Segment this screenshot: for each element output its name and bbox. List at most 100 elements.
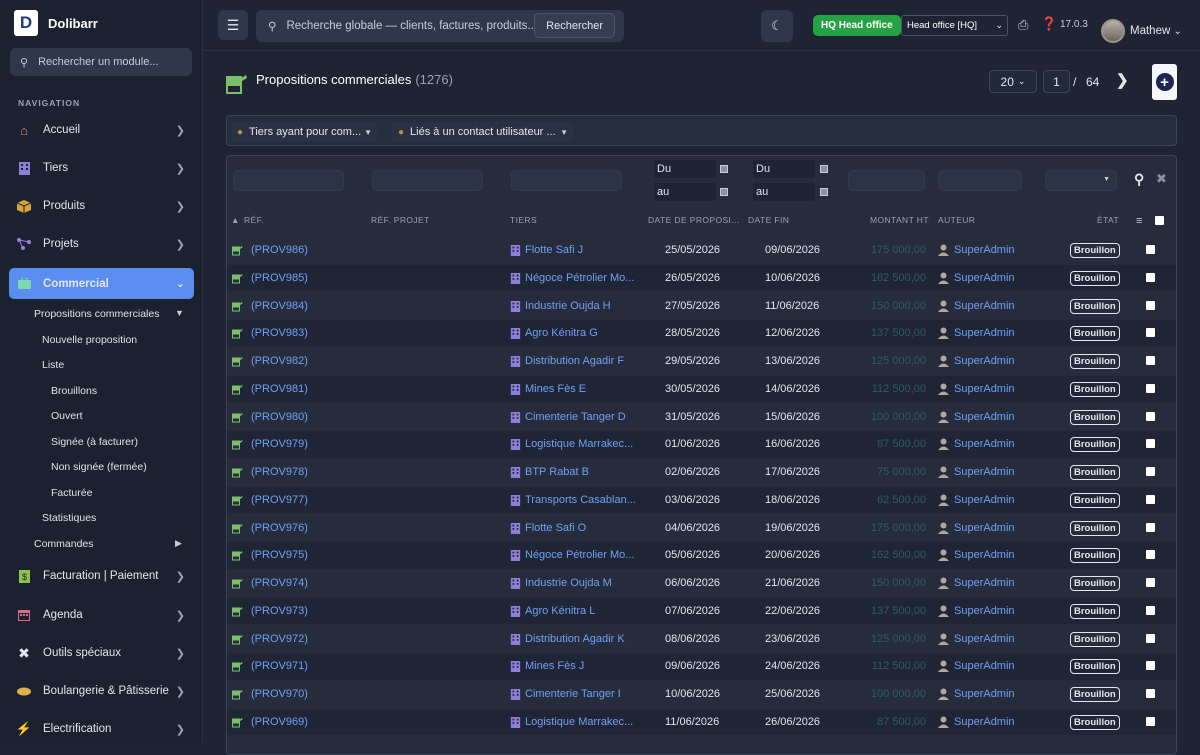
column-selector-icon[interactable]: ≡ bbox=[1136, 215, 1143, 227]
table-row[interactable]: (PROV980) Cimenterie Tanger D 31/05/2026 15… bbox=[227, 402, 1176, 431]
proposal-ref-link[interactable]: (PROV986) bbox=[251, 244, 308, 256]
proposal-ref-link[interactable]: (PROV984) bbox=[251, 300, 308, 312]
author-link[interactable]: SuperAdmin bbox=[954, 327, 1015, 339]
calendar-icon[interactable] bbox=[820, 188, 828, 196]
date-prop-from-input[interactable]: Du bbox=[654, 160, 716, 178]
third-party-link[interactable]: Logistique Marrakec... bbox=[525, 716, 637, 728]
third-party-link[interactable]: Distribution Agadir K bbox=[525, 633, 637, 645]
third-party-link[interactable]: Industrie Oujda M bbox=[525, 577, 637, 589]
menu-toggle-button[interactable]: ☰ bbox=[218, 10, 248, 40]
table-row[interactable]: (PROV977) Transports Casablan... 03/06/202… bbox=[227, 485, 1176, 514]
proposal-ref-link[interactable]: (PROV980) bbox=[251, 411, 308, 423]
author-link[interactable]: SuperAdmin bbox=[954, 577, 1015, 589]
filter-etat-select[interactable]: ▼ bbox=[1045, 170, 1117, 191]
table-row[interactable]: (PROV973) Agro Kénitra L 07/06/2026 22/06/2… bbox=[227, 596, 1176, 625]
table-row[interactable]: (PROV976) Flotte Safi O 04/06/2026 19/06/20… bbox=[227, 513, 1176, 542]
search-button[interactable]: Rechercher bbox=[534, 13, 615, 38]
table-row[interactable]: (PROV985) Négoce Pétrolier Mo... 26/05/202… bbox=[227, 263, 1176, 292]
row-checkbox[interactable] bbox=[1146, 328, 1155, 338]
third-party-link[interactable]: Distribution Agadir F bbox=[525, 355, 637, 367]
author-link[interactable]: SuperAdmin bbox=[954, 300, 1015, 312]
total-pages[interactable]: 64 bbox=[1086, 75, 1099, 89]
row-checkbox[interactable] bbox=[1146, 494, 1155, 504]
author-link[interactable]: SuperAdmin bbox=[954, 605, 1015, 617]
row-checkbox[interactable] bbox=[1146, 605, 1155, 615]
sidebar-sub-nonsignee[interactable]: Non signée (fermée) bbox=[51, 461, 147, 473]
third-party-link[interactable]: Cimenterie Tanger I bbox=[525, 688, 637, 700]
contact-filter-select[interactable]: ● Liés à un contact utilisateur ... ▼ bbox=[392, 122, 573, 142]
next-page-icon[interactable]: ❯ bbox=[1116, 71, 1129, 89]
clear-filter-icon[interactable]: ✖ bbox=[1156, 171, 1167, 187]
third-party-link[interactable]: Mines Fès J bbox=[525, 660, 637, 672]
row-checkbox[interactable] bbox=[1146, 411, 1155, 421]
author-link[interactable]: SuperAdmin bbox=[954, 522, 1015, 534]
date-fin-to-input[interactable]: au bbox=[753, 183, 815, 201]
calendar-icon[interactable] bbox=[720, 165, 728, 173]
date-prop-to-input[interactable]: au bbox=[654, 183, 716, 201]
third-party-link[interactable]: BTP Rabat B bbox=[525, 466, 637, 478]
table-row[interactable]: (PROV971) Mines Fès J 09/06/2026 24/06/2026… bbox=[227, 652, 1176, 680]
user-menu[interactable]: Mathew ⌄ bbox=[1130, 25, 1182, 37]
table-row[interactable]: (PROV983) Agro Kénitra G 28/05/2026 12/06/2… bbox=[227, 319, 1176, 347]
sidebar-item-boulangerie[interactable]: Boulangerie & Pâtisserie ❯ bbox=[0, 676, 203, 706]
add-proposal-button[interactable]: + bbox=[1152, 64, 1177, 100]
author-link[interactable]: SuperAdmin bbox=[954, 633, 1015, 645]
row-checkbox[interactable] bbox=[1146, 245, 1155, 254]
third-party-link[interactable]: Flotte Safi O bbox=[525, 522, 637, 534]
proposal-ref-link[interactable]: (PROV969) bbox=[251, 716, 308, 728]
sidebar-item-produits[interactable]: Produits ❯ bbox=[0, 191, 203, 221]
sidebar-item-projets[interactable]: Projets ❯ bbox=[0, 229, 203, 259]
proposal-ref-link[interactable]: (PROV985) bbox=[251, 272, 308, 284]
proposal-ref-link[interactable]: (PROV974) bbox=[251, 577, 308, 589]
third-party-link[interactable]: Mines Fès E bbox=[525, 383, 637, 395]
filter-ref-input[interactable] bbox=[233, 170, 344, 191]
filter-montant-input[interactable] bbox=[848, 170, 925, 191]
sidebar-sub-nouvelle[interactable]: Nouvelle proposition bbox=[42, 334, 137, 346]
column-tiers-header[interactable]: TIERS bbox=[510, 215, 537, 225]
proposal-ref-link[interactable]: (PROV977) bbox=[251, 494, 308, 506]
author-link[interactable]: SuperAdmin bbox=[954, 383, 1015, 395]
sidebar-sub-facturee[interactable]: Facturée bbox=[51, 487, 92, 499]
row-checkbox[interactable] bbox=[1146, 439, 1155, 449]
author-link[interactable]: SuperAdmin bbox=[954, 688, 1015, 700]
sidebar-item-agenda[interactable]: Agenda ❯ bbox=[0, 600, 203, 630]
author-link[interactable]: SuperAdmin bbox=[954, 494, 1015, 506]
column-date-fin-header[interactable]: DATE FIN bbox=[748, 215, 789, 225]
column-date-prop-header[interactable]: DATE DE PROPOSI... bbox=[648, 215, 740, 225]
row-checkbox[interactable] bbox=[1146, 356, 1155, 365]
author-link[interactable]: SuperAdmin bbox=[954, 716, 1015, 728]
avatar[interactable] bbox=[1101, 19, 1125, 43]
proposal-ref-link[interactable]: (PROV975) bbox=[251, 549, 308, 561]
proposal-ref-link[interactable]: (PROV983) bbox=[251, 327, 308, 339]
sidebar-sub-brouillons[interactable]: Brouillons bbox=[51, 385, 97, 397]
row-checkbox[interactable] bbox=[1146, 689, 1155, 698]
third-party-link[interactable]: Agro Kénitra L bbox=[525, 605, 637, 617]
proposal-ref-link[interactable]: (PROV979) bbox=[251, 438, 308, 450]
sidebar-sub-liste[interactable]: Liste bbox=[42, 359, 64, 371]
table-row[interactable]: (PROV982) Distribution Agadir F 29/05/2026… bbox=[227, 347, 1176, 375]
column-ref-header[interactable]: RÉF. bbox=[244, 215, 264, 225]
third-party-filter-select[interactable]: ● Tiers ayant pour com... ▼ bbox=[231, 122, 377, 142]
row-checkbox[interactable] bbox=[1146, 661, 1155, 671]
table-row[interactable]: (PROV978) BTP Rabat B 02/06/2026 17/06/2026… bbox=[227, 458, 1176, 486]
sidebar-sub-stats[interactable]: Statistiques bbox=[42, 512, 96, 524]
filter-ref-projet-input[interactable] bbox=[372, 170, 483, 191]
table-row[interactable]: (PROV972) Distribution Agadir K 08/06/2026… bbox=[227, 624, 1176, 653]
proposal-ref-link[interactable]: (PROV972) bbox=[251, 633, 308, 645]
row-checkbox[interactable] bbox=[1146, 578, 1155, 587]
filter-auteur-input[interactable] bbox=[938, 170, 1022, 191]
proposal-ref-link[interactable]: (PROV973) bbox=[251, 605, 308, 617]
table-row[interactable]: (PROV970) Cimenterie Tanger I 10/06/2026 25… bbox=[227, 680, 1176, 708]
caret-down-icon[interactable]: ▼ bbox=[175, 308, 184, 318]
row-checkbox[interactable] bbox=[1146, 467, 1155, 476]
row-checkbox[interactable] bbox=[1146, 272, 1155, 282]
page-number-input[interactable]: 1 bbox=[1043, 70, 1070, 93]
column-etat-header[interactable]: ÉTAT bbox=[1097, 215, 1119, 225]
proposal-ref-link[interactable]: (PROV981) bbox=[251, 383, 308, 395]
third-party-link[interactable]: Agro Kénitra G bbox=[525, 327, 637, 339]
column-montant-header[interactable]: MONTANT HT bbox=[870, 215, 929, 225]
third-party-link[interactable]: Cimenterie Tanger D bbox=[525, 411, 637, 423]
sort-asc-icon[interactable]: ▲ bbox=[231, 215, 240, 225]
entity-select[interactable]: Head office [HQ] ⌄ bbox=[901, 15, 1008, 36]
sidebar-item-tiers[interactable]: Tiers ❯ bbox=[0, 153, 203, 183]
